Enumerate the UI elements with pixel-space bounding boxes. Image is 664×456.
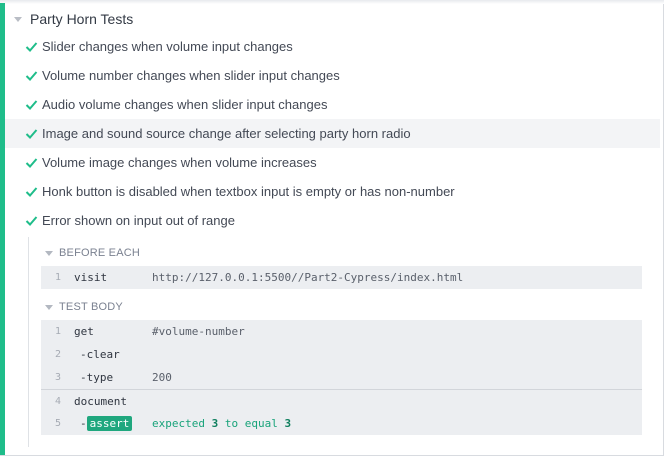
test-label: Slider changes when volume input changes xyxy=(42,39,293,54)
command-message: 200 xyxy=(152,371,172,384)
command-number: 1 xyxy=(55,272,62,283)
command-row[interactable]: 3 -type 200 xyxy=(41,366,642,389)
suite-header[interactable]: Party Horn Tests xyxy=(14,8,133,30)
command-number: 3 xyxy=(55,372,62,383)
before-each-commands: 1 visit http://127.0.0.1:5500//Part2-Cyp… xyxy=(41,266,642,289)
caret-down-icon[interactable] xyxy=(45,250,53,256)
assert-message-text: expected xyxy=(152,417,205,430)
checkmark-icon xyxy=(25,185,38,198)
assert-message: expected 3 to equal 3 xyxy=(152,417,291,430)
command-message: #volume-number xyxy=(152,325,245,338)
test-row[interactable]: Audio volume changes when slider input c… xyxy=(5,90,660,119)
test-list: Slider changes when volume input changes… xyxy=(5,32,660,235)
command-row[interactable]: 2 -clear xyxy=(41,343,642,366)
command-name: -clear xyxy=(80,348,120,361)
command-row[interactable]: 1 get #volume-number xyxy=(41,320,642,343)
test-label: Volume number changes when slider input … xyxy=(42,68,340,83)
suite-title: Party Horn Tests xyxy=(30,11,134,27)
test-row[interactable]: Image and sound source change after sele… xyxy=(5,119,660,148)
top-shadow xyxy=(0,0,664,4)
command-number: 1 xyxy=(55,326,62,337)
command-number: 2 xyxy=(55,349,62,360)
assert-expected: 3 xyxy=(284,417,292,430)
before-each-title: BEFORE EACH xyxy=(59,247,141,259)
test-label: Honk button is disabled when textbox inp… xyxy=(42,184,455,199)
test-row[interactable]: Volume image changes when volume increas… xyxy=(5,148,660,177)
test-body-title: TEST BODY xyxy=(59,301,123,313)
test-label: Audio volume changes when slider input c… xyxy=(42,97,328,112)
command-name: get xyxy=(74,325,94,338)
checkmark-icon xyxy=(25,98,38,111)
test-body-commands: 1 get #volume-number 2 -clear 3 -type 20… xyxy=(41,320,642,435)
caret-down-icon[interactable] xyxy=(45,304,53,310)
test-label: Volume image changes when volume increas… xyxy=(42,155,317,170)
test-row[interactable]: Slider changes when volume input changes xyxy=(5,32,660,61)
command-name: -type xyxy=(80,371,114,384)
test-row[interactable]: Honk button is disabled when textbox inp… xyxy=(5,177,660,206)
checkmark-icon xyxy=(25,69,38,82)
before-each-header[interactable]: BEFORE EACH xyxy=(45,243,140,263)
command-row[interactable]: 5 - assert expected 3 to equal 3 xyxy=(41,412,642,435)
test-details: BEFORE EACH 1 visit http://127.0.0.1:550… xyxy=(28,237,660,447)
assert-badge: assert xyxy=(86,416,133,431)
command-name: visit xyxy=(74,271,108,284)
checkmark-icon xyxy=(25,40,38,53)
checkmark-icon xyxy=(25,156,38,169)
assert-message-text: to equal xyxy=(224,417,278,430)
test-label: Error shown on input out of range xyxy=(42,213,235,228)
command-log-panel: Party Horn Tests Slider changes when vol… xyxy=(0,0,664,456)
command-number: 4 xyxy=(55,395,62,407)
command-row[interactable]: 4 document xyxy=(41,389,642,412)
test-body-header[interactable]: TEST BODY xyxy=(45,297,123,317)
checkmark-icon xyxy=(25,127,38,140)
command-name: document xyxy=(74,394,127,408)
command-number: 5 xyxy=(55,418,62,429)
test-row[interactable]: Volume number changes when slider input … xyxy=(5,61,660,90)
command-message: http://127.0.0.1:5500//Part2-Cypress/ind… xyxy=(152,271,464,284)
assert-actual: 3 xyxy=(211,417,219,430)
command-prefix: - xyxy=(80,417,87,430)
test-label: Image and sound source change after sele… xyxy=(42,126,411,141)
command-name: - assert xyxy=(80,416,133,431)
checkmark-icon xyxy=(25,214,38,227)
caret-down-icon[interactable] xyxy=(14,16,22,22)
command-row[interactable]: 1 visit http://127.0.0.1:5500//Part2-Cyp… xyxy=(41,266,642,289)
test-row-expanded[interactable]: Error shown on input out of range xyxy=(5,206,660,235)
